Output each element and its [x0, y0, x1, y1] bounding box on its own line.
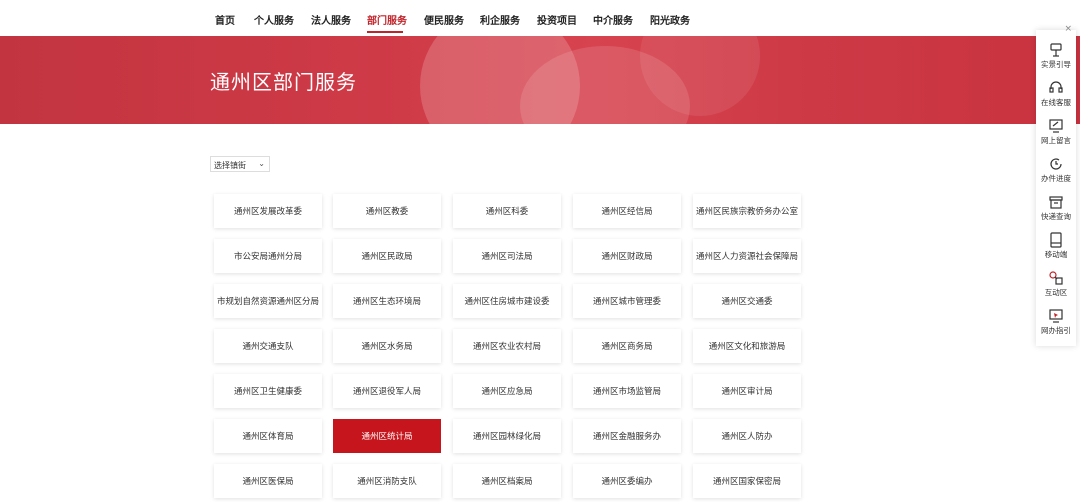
department-button[interactable]: 通州区园林绿化局: [453, 419, 561, 453]
toolbar-item-message[interactable]: 网上留言: [1036, 114, 1076, 152]
nav-convenience-services[interactable]: 便民服务: [424, 12, 464, 27]
toolbar-label: 办件进度: [1041, 174, 1071, 183]
toolbar-item-progress[interactable]: 办件进度: [1036, 152, 1076, 190]
message-icon: [1049, 119, 1063, 133]
department-button[interactable]: 通州区档案局: [453, 464, 561, 498]
guide-icon: [1050, 43, 1062, 57]
department-button[interactable]: 通州区交通委: [693, 284, 801, 318]
department-button[interactable]: 通州区卫生健康委: [214, 374, 322, 408]
nav-open-government[interactable]: 阳光政务: [650, 12, 690, 27]
department-button[interactable]: 通州区住房城市建设委: [453, 284, 561, 318]
department-button[interactable]: 通州区审计局: [693, 374, 801, 408]
department-button[interactable]: 通州区民族宗教侨务办公室: [693, 194, 801, 228]
monitor-guide-icon: [1049, 309, 1063, 323]
interaction-icon: [1049, 271, 1063, 285]
nav-intermediary-services[interactable]: 中介服务: [593, 12, 633, 27]
nav-active-underline: [367, 31, 403, 33]
department-button[interactable]: 通州区农业农村局: [453, 329, 561, 363]
package-icon: [1049, 196, 1063, 209]
town-select-label: 选择镇街: [214, 161, 246, 170]
toolbar-item-guide[interactable]: 实景引导: [1036, 38, 1076, 76]
toolbar-label: 在线客服: [1041, 98, 1071, 107]
top-nav: 首页 个人服务 法人服务 部门服务 便民服务 利企服务 投资项目 中介服务 阳光…: [0, 0, 1080, 36]
department-button[interactable]: 通州区发展改革委: [214, 194, 322, 228]
department-button[interactable]: 通州区民政局: [333, 239, 441, 273]
nav-business-services[interactable]: 利企服务: [480, 12, 520, 27]
department-button[interactable]: 通州交通支队: [214, 329, 322, 363]
department-button[interactable]: 通州区生态环境局: [333, 284, 441, 318]
tablet-icon: [1050, 232, 1062, 248]
toolbar-label: 快递查询: [1041, 212, 1071, 221]
department-button[interactable]: 通州区文化和旅游局: [693, 329, 801, 363]
department-button[interactable]: 市公安局通州分局: [214, 239, 322, 273]
department-button[interactable]: 通州区水务局: [333, 329, 441, 363]
nav-personal-services[interactable]: 个人服务: [254, 12, 294, 27]
chevron-down-icon: ⌄: [258, 159, 265, 168]
toolbar-item-online-service[interactable]: 在线客服: [1036, 76, 1076, 114]
toolbar-item-express[interactable]: 快递查询: [1036, 190, 1076, 228]
department-button[interactable]: 通州区教委: [333, 194, 441, 228]
department-button[interactable]: 通州区人力资源社会保障局: [693, 239, 801, 273]
department-button[interactable]: 通州区司法局: [453, 239, 561, 273]
toolbar-label: 移动端: [1044, 250, 1068, 259]
toolbar-item-online-guide[interactable]: 网办指引: [1036, 304, 1076, 342]
department-button[interactable]: 通州区人防办: [693, 419, 801, 453]
department-button[interactable]: 通州区市场监管局: [573, 374, 681, 408]
headset-icon: [1049, 81, 1063, 93]
town-select[interactable]: 选择镇街 ⌄: [210, 156, 270, 172]
nav-investment-projects[interactable]: 投资项目: [537, 12, 577, 27]
department-button[interactable]: 通州区经信局: [573, 194, 681, 228]
department-button[interactable]: 通州区医保局: [214, 464, 322, 498]
department-button[interactable]: 通州区消防支队: [333, 464, 441, 498]
nav-home[interactable]: 首页: [215, 12, 235, 27]
toolbar-item-mobile[interactable]: 移动端: [1036, 228, 1076, 266]
department-button[interactable]: 通州区应急局: [453, 374, 561, 408]
department-button[interactable]: 通州区金融服务办: [573, 419, 681, 453]
department-button[interactable]: 通州区体育局: [214, 419, 322, 453]
progress-icon: [1050, 158, 1062, 170]
department-button[interactable]: 通州区城市管理委: [573, 284, 681, 318]
department-button[interactable]: 通州区科委: [453, 194, 561, 228]
department-button[interactable]: 通州区商务局: [573, 329, 681, 363]
toolbar-label: 实景引导: [1041, 60, 1071, 69]
page-title: 通州区部门服务: [210, 70, 357, 94]
toolbar-label: 网办指引: [1041, 326, 1071, 335]
close-icon[interactable]: ×: [1064, 24, 1072, 34]
department-button[interactable]: 通州区委编办: [573, 464, 681, 498]
floating-toolbar: × 实景引导 在线客服 网上留言 办件进度 快递查询 移动端 互动区 网办指引: [1036, 24, 1076, 346]
department-button[interactable]: 通州区退役军人局: [333, 374, 441, 408]
department-button[interactable]: 市规划自然资源通州区分局: [214, 284, 322, 318]
toolbar-item-interaction[interactable]: 互动区: [1036, 266, 1076, 304]
department-button[interactable]: 通州区国家保密局: [693, 464, 801, 498]
toolbar-label: 互动区: [1044, 288, 1068, 297]
page-banner: 通州区部门服务: [0, 36, 1080, 124]
department-button[interactable]: 通州区统计局: [333, 419, 441, 453]
department-button[interactable]: 通州区财政局: [573, 239, 681, 273]
nav-legal-person-services[interactable]: 法人服务: [311, 12, 351, 27]
toolbar-label: 网上留言: [1041, 136, 1071, 145]
nav-department-services[interactable]: 部门服务: [367, 12, 407, 27]
